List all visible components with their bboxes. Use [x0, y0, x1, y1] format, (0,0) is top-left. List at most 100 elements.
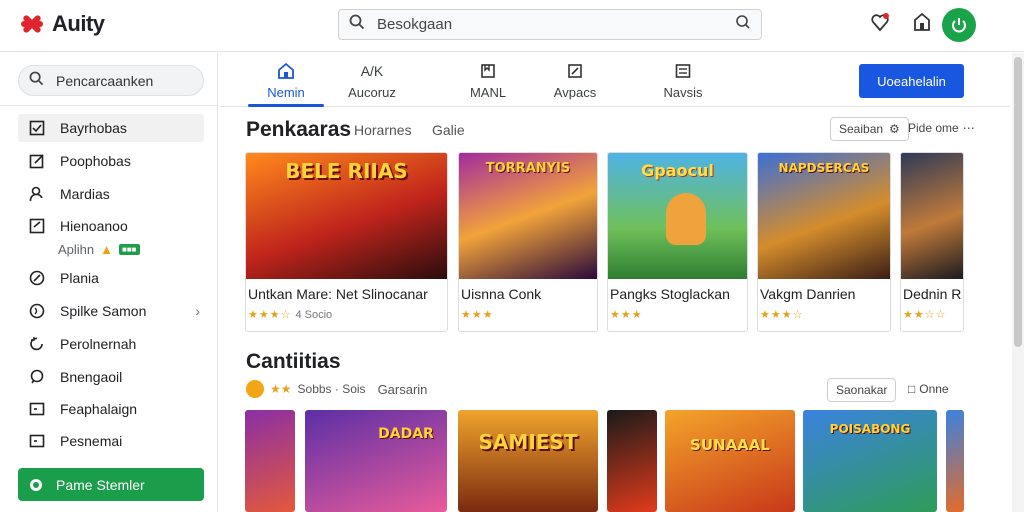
scrollbar[interactable] — [1012, 53, 1024, 512]
primary-action-button[interactable]: Uoeahelalin — [859, 64, 964, 98]
logo[interactable]: Auity — [18, 10, 105, 38]
section-title: Penkaaras — [246, 118, 352, 141]
section-title: Cantiitias — [246, 350, 341, 373]
filter-button[interactable]: Saonakar — [827, 378, 897, 402]
power-icon[interactable] — [942, 8, 976, 42]
person-icon — [28, 185, 46, 203]
game-tile[interactable] — [607, 410, 657, 512]
sidebar-item-label: Plania — [60, 270, 99, 286]
more-box-icon: □ — [908, 382, 916, 396]
sidebar-item-perolnernah[interactable]: Perolnernah — [18, 330, 204, 358]
sidebar-search-input[interactable]: Pencarcaanken — [18, 65, 204, 96]
rating-count: 4 Socio — [295, 309, 333, 321]
scroll-thumb[interactable] — [1014, 57, 1022, 347]
sub-item-label: Aplihn — [58, 242, 95, 257]
filter-label: Saonakar — [836, 383, 888, 397]
game-title: Uisnna Conk — [461, 286, 542, 302]
card-icon — [28, 432, 46, 450]
section-rating-row: ★★ Sobbs · Sois Garsarin — [246, 380, 427, 398]
chevron-right-icon[interactable]: › — [195, 303, 200, 319]
sidebar-sub-item[interactable]: Aplihn ▲ ■■■ — [58, 242, 140, 257]
stars-text: ★★ — [270, 382, 292, 396]
edit-icon — [28, 152, 46, 170]
sidebar-item-feaphalaign[interactable]: Feaphalaign — [18, 395, 204, 423]
sidebar: Pencarcaanken Bayrhobas Poophobas Mardia… — [0, 53, 218, 512]
filter-button[interactable]: Seaiban ⚙ — [830, 117, 909, 141]
game-tile[interactable]: SUNAAAL — [665, 410, 795, 512]
flame-icon: ▲ — [100, 242, 114, 257]
edit-square-icon — [567, 61, 583, 81]
section-meta[interactable]: Horarnes — [354, 122, 412, 138]
game-tile[interactable]: SAMIEST — [458, 410, 598, 512]
home-icon — [277, 61, 295, 81]
sidebar-item-label: Poophobas — [60, 153, 131, 169]
search-submit-icon[interactable] — [735, 14, 751, 35]
more-link[interactable]: □ Onne — [908, 382, 949, 396]
game-card[interactable]: BELE RIIAS Untkan Mare: Net Slinocanar ★… — [245, 152, 448, 332]
game-card[interactable]: Dednin R ★★☆☆ — [900, 152, 964, 332]
stars-text: ★★☆☆ — [903, 309, 947, 321]
art-text: TORRANYIS — [485, 161, 571, 176]
more-label: Pide ome — [908, 121, 959, 135]
search-icon — [349, 14, 365, 35]
rating-text: Sobbs · Sois — [297, 382, 366, 396]
store-icon[interactable] — [910, 10, 934, 34]
refresh-icon — [28, 335, 46, 353]
sidebar-search-text: Pencarcaanken — [56, 72, 154, 89]
sidebar-item-label: Pesnemai — [60, 433, 123, 449]
tab-nemin[interactable]: Nemin — [246, 61, 326, 107]
list-icon — [675, 61, 691, 81]
tab-label: Navsis — [663, 85, 703, 100]
cta-label: Pame Stemler — [56, 476, 145, 493]
sidebar-item-bayrhobas[interactable]: Bayrhobas — [18, 114, 204, 142]
game-tile[interactable] — [245, 410, 295, 512]
global-search-input[interactable]: Besokgaan — [338, 9, 762, 40]
chat-icon — [28, 368, 46, 386]
status-badge: ■■■ — [119, 244, 140, 255]
section-meta[interactable]: Galie — [432, 122, 465, 138]
rating-stars: ★★★ — [610, 308, 643, 321]
stars-text: ★★★☆ — [248, 309, 292, 321]
game-tile[interactable]: DADAR — [305, 410, 447, 512]
logo-icon — [18, 10, 46, 38]
sidebar-item-pesnemai[interactable]: Pesnemai — [18, 427, 204, 455]
tab-manl[interactable]: MANL — [448, 61, 528, 105]
rating-stars: ★★☆☆ — [903, 308, 946, 321]
filter-label: Seaiban — [839, 122, 884, 136]
tab-label: MANL — [469, 85, 507, 100]
sidebar-item-mardias[interactable]: Mardias — [18, 180, 204, 208]
sidebar-cta-button[interactable]: Pame Stemler — [18, 468, 204, 501]
tab-icon-text: A/K — [360, 63, 384, 79]
sidebar-item-plania[interactable]: Plania — [18, 264, 204, 292]
tab-label: Avpacs — [553, 85, 597, 100]
more-dots-icon: ⋯ — [962, 121, 975, 135]
game-card[interactable]: NAPDSERCAS Vakgm Danrien ★★★☆ — [757, 152, 891, 332]
tab-label: Nemin — [267, 85, 305, 100]
game-thumbnail: TORRANYIS — [459, 153, 597, 279]
art-text: SUNAAAL — [690, 436, 770, 454]
checkbox-icon — [28, 119, 46, 137]
character-figure — [666, 193, 706, 245]
status-dot-icon — [30, 478, 42, 491]
notification-icon[interactable] — [868, 10, 892, 34]
sidebar-item-bnengaoil[interactable]: Bnengaoil — [18, 363, 204, 391]
rating-stars: ★★★☆ — [760, 308, 803, 321]
game-card[interactable]: Gpaocul Pangks Stoglackan ★★★ — [607, 152, 748, 332]
sidebar-item-label: Hienoanoo — [60, 218, 128, 234]
game-tile[interactable]: POISABONG — [803, 410, 937, 512]
tab-avpacs[interactable]: Avpacs — [535, 61, 615, 105]
game-title: Vakgm Danrien — [760, 286, 856, 302]
sidebar-item-poophobas[interactable]: Poophobas — [18, 147, 204, 175]
game-title: Pangks Stoglackan — [610, 286, 730, 302]
art-text: NAPDSERCAS — [778, 161, 870, 175]
sidebar-item-hienoanoo[interactable]: Hienoanoo — [18, 212, 204, 240]
more-link[interactable]: Pide ome ⋯ — [908, 121, 975, 135]
sidebar-item-spilke-samon[interactable]: Spilke Samon › — [18, 297, 204, 325]
tab-aucoruz[interactable]: A/K Aucoruz — [332, 61, 412, 105]
tab-navsis[interactable]: Navsis — [643, 61, 723, 105]
game-thumbnail — [901, 153, 963, 279]
section-meta[interactable]: Garsarin — [378, 382, 428, 397]
sidebar-item-label: Mardias — [60, 186, 110, 202]
game-tile[interactable] — [946, 410, 964, 512]
game-card[interactable]: TORRANYIS Uisnna Conk ★★★ — [458, 152, 598, 332]
